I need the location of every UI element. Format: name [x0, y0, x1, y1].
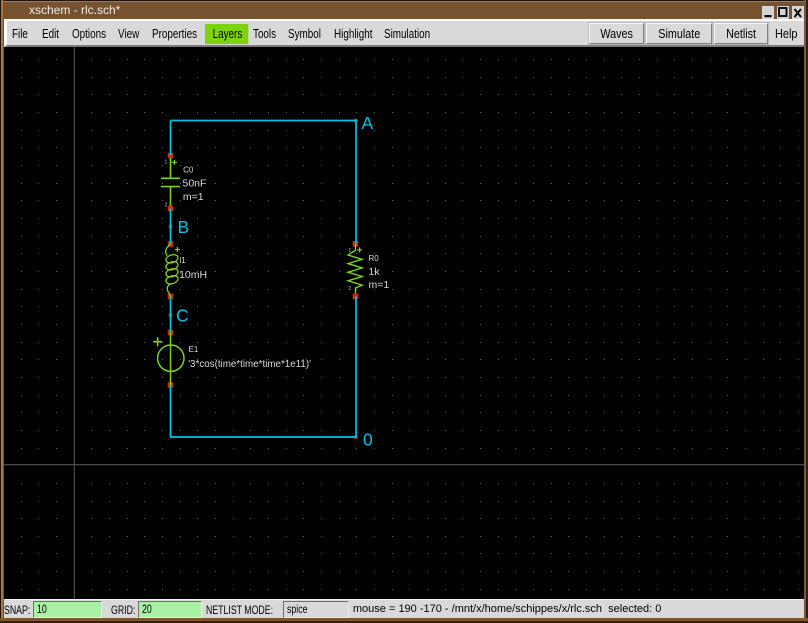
- svg-text:10mH: 10mH: [179, 269, 207, 281]
- svg-text:1: 1: [165, 160, 168, 166]
- svg-text:C0: C0: [183, 166, 194, 175]
- svg-text:R0: R0: [369, 254, 380, 263]
- svg-text:2: 2: [349, 286, 352, 292]
- svg-text:A: A: [362, 113, 374, 133]
- svg-text:C: C: [176, 305, 189, 325]
- svg-text:'3*cos(time*time*time*1e11)': '3*cos(time*time*time*1e11)': [188, 359, 311, 370]
- svg-text:m=1: m=1: [369, 279, 390, 291]
- svg-text:50nF: 50nF: [183, 178, 207, 190]
- svg-text:l1: l1: [180, 256, 187, 265]
- svg-text:2: 2: [165, 203, 168, 209]
- svg-text:m=1: m=1: [183, 191, 204, 203]
- svg-text:B: B: [178, 217, 190, 237]
- svg-text:1: 1: [349, 248, 352, 254]
- svg-text:0: 0: [363, 430, 373, 450]
- svg-text:1k: 1k: [369, 266, 381, 278]
- svg-text:E1: E1: [189, 345, 199, 354]
